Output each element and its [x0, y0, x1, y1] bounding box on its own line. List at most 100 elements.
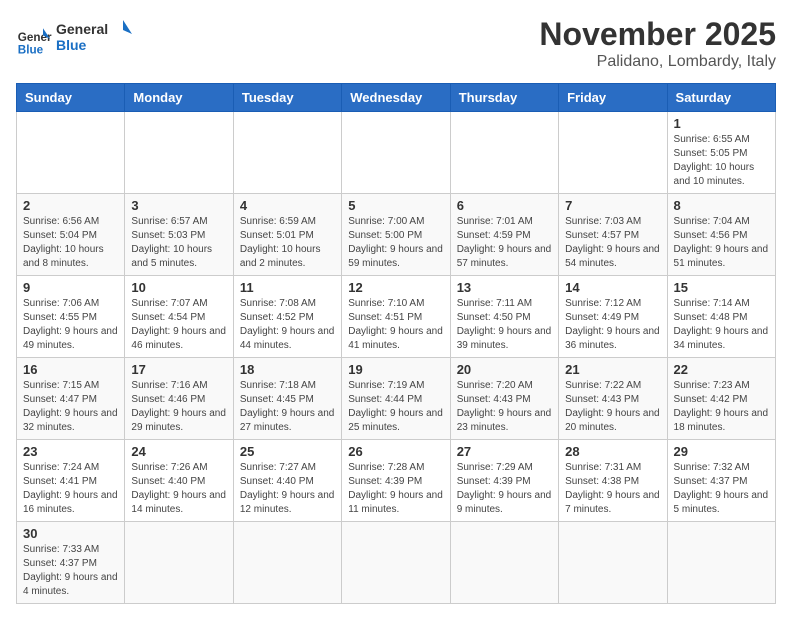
calendar-cell [342, 112, 450, 194]
day-number: 19 [348, 362, 443, 377]
calendar-cell: 20Sunrise: 7:20 AMSunset: 4:43 PMDayligh… [450, 358, 558, 440]
day-number: 26 [348, 444, 443, 459]
day-number: 14 [565, 280, 660, 295]
day-number: 15 [674, 280, 769, 295]
calendar-week-3: 9Sunrise: 7:06 AMSunset: 4:55 PMDaylight… [17, 276, 776, 358]
day-info: Sunrise: 6:57 AMSunset: 5:03 PMDaylight:… [131, 215, 226, 271]
calendar-cell [17, 112, 125, 194]
logo-icon: General Blue [16, 21, 52, 57]
day-number: 4 [240, 198, 335, 213]
day-info: Sunrise: 7:00 AMSunset: 5:00 PMDaylight:… [348, 215, 443, 271]
col-header-friday: Friday [559, 84, 667, 112]
calendar-cell: 10 Sunrise: 7:07 AMSunset: 4:54 PMDayligh… [125, 276, 233, 358]
calendar-cell: 9Sunrise: 7:06 AMSunset: 4:55 PMDaylight… [17, 276, 125, 358]
calendar: SundayMondayTuesdayWednesdayThursdayFrid… [16, 83, 776, 604]
day-info: Sunrise: 7:32 AMSunset: 4:37 PMDaylight:… [674, 461, 769, 517]
logo: General Blue General Blue [16, 16, 136, 62]
day-number: 3 [131, 198, 226, 213]
day-number: 8 [674, 198, 769, 213]
day-info: Sunrise: 7:28 AMSunset: 4:39 PMDaylight:… [348, 461, 443, 517]
day-number: 5 [348, 198, 443, 213]
calendar-cell: 24 Sunrise: 7:26 AMSunset: 4:40 PMDayligh… [125, 440, 233, 522]
calendar-cell: 26 Sunrise: 7:28 AMSunset: 4:39 PMDayligh… [342, 440, 450, 522]
calendar-cell: 22Sunrise: 7:23 AMSunset: 4:42 PMDayligh… [667, 358, 775, 440]
day-info: Sunrise: 7:01 AMSunset: 4:59 PMDaylight:… [457, 215, 552, 271]
calendar-cell: 14Sunrise: 7:12 AMSunset: 4:49 PMDayligh… [559, 276, 667, 358]
calendar-cell: 27 Sunrise: 7:29 AMSunset: 4:39 PMDayligh… [450, 440, 558, 522]
day-number: 21 [565, 362, 660, 377]
day-info: Sunrise: 7:04 AMSunset: 4:56 PMDaylight:… [674, 215, 769, 271]
col-header-tuesday: Tuesday [233, 84, 341, 112]
day-info: Sunrise: 7:29 AMSunset: 4:39 PMDaylight:… [457, 461, 552, 517]
calendar-cell [450, 112, 558, 194]
calendar-week-4: 16 Sunrise: 7:15 AMSunset: 4:47 PMDayligh… [17, 358, 776, 440]
calendar-cell: 28Sunrise: 7:31 AMSunset: 4:38 PMDayligh… [559, 440, 667, 522]
day-info: Sunrise: 7:07 AMSunset: 4:54 PMDaylight:… [131, 297, 226, 353]
calendar-week-2: 2 Sunrise: 6:56 AMSunset: 5:04 PMDaylight… [17, 194, 776, 276]
col-header-thursday: Thursday [450, 84, 558, 112]
day-number: 1 [674, 116, 769, 131]
day-number: 16 [23, 362, 118, 377]
calendar-cell: 8 Sunrise: 7:04 AMSunset: 4:56 PMDaylight… [667, 194, 775, 276]
calendar-cell: 5 Sunrise: 7:00 AMSunset: 5:00 PMDaylight… [342, 194, 450, 276]
day-info: Sunrise: 7:03 AMSunset: 4:57 PMDaylight:… [565, 215, 660, 271]
calendar-cell: 16 Sunrise: 7:15 AMSunset: 4:47 PMDayligh… [17, 358, 125, 440]
calendar-cell: 2 Sunrise: 6:56 AMSunset: 5:04 PMDaylight… [17, 194, 125, 276]
day-number: 20 [457, 362, 552, 377]
calendar-cell [233, 522, 341, 604]
calendar-cell: 1 Sunrise: 6:55 AMSunset: 5:05 PMDaylight… [667, 112, 775, 194]
calendar-cell [667, 522, 775, 604]
day-number: 29 [674, 444, 769, 459]
col-header-wednesday: Wednesday [342, 84, 450, 112]
title-area: November 2025 Palidano, Lombardy, Italy [539, 16, 776, 71]
day-info: Sunrise: 7:08 AMSunset: 4:52 PMDaylight:… [240, 297, 335, 353]
day-info: Sunrise: 7:14 AMSunset: 4:48 PMDaylight:… [674, 297, 769, 353]
calendar-cell: 7 Sunrise: 7:03 AMSunset: 4:57 PMDaylight… [559, 194, 667, 276]
svg-text:Blue: Blue [56, 37, 87, 53]
day-info: Sunrise: 7:26 AMSunset: 4:40 PMDaylight:… [131, 461, 226, 517]
day-info: Sunrise: 7:15 AMSunset: 4:47 PMDaylight:… [23, 379, 118, 435]
day-number: 27 [457, 444, 552, 459]
calendar-cell: 3 Sunrise: 6:57 AMSunset: 5:03 PMDaylight… [125, 194, 233, 276]
day-info: Sunrise: 6:56 AMSunset: 5:04 PMDaylight:… [23, 215, 118, 271]
calendar-cell: 4 Sunrise: 6:59 AMSunset: 5:01 PMDaylight… [233, 194, 341, 276]
calendar-cell: 23 Sunrise: 7:24 AMSunset: 4:41 PMDayligh… [17, 440, 125, 522]
day-info: Sunrise: 7:22 AMSunset: 4:43 PMDaylight:… [565, 379, 660, 435]
col-header-sunday: Sunday [17, 84, 125, 112]
day-number: 9 [23, 280, 118, 295]
calendar-week-6: 30 Sunrise: 7:33 AMSunset: 4:37 PMDayligh… [17, 522, 776, 604]
day-info: Sunrise: 6:59 AMSunset: 5:01 PMDaylight:… [240, 215, 335, 271]
day-number: 22 [674, 362, 769, 377]
day-number: 24 [131, 444, 226, 459]
day-number: 12 [348, 280, 443, 295]
day-number: 30 [23, 526, 118, 541]
day-number: 28 [565, 444, 660, 459]
svg-text:Blue: Blue [18, 43, 44, 56]
calendar-cell: 21 Sunrise: 7:22 AMSunset: 4:43 PMDayligh… [559, 358, 667, 440]
calendar-cell [342, 522, 450, 604]
day-info: Sunrise: 7:33 AMSunset: 4:37 PMDaylight:… [23, 543, 118, 599]
day-number: 6 [457, 198, 552, 213]
day-number: 18 [240, 362, 335, 377]
day-number: 10 [131, 280, 226, 295]
day-info: Sunrise: 7:24 AMSunset: 4:41 PMDaylight:… [23, 461, 118, 517]
day-number: 11 [240, 280, 335, 295]
calendar-cell: 29 Sunrise: 7:32 AMSunset: 4:37 PMDayligh… [667, 440, 775, 522]
day-number: 7 [565, 198, 660, 213]
col-header-monday: Monday [125, 84, 233, 112]
day-info: Sunrise: 6:55 AMSunset: 5:05 PMDaylight:… [674, 133, 769, 189]
day-number: 2 [23, 198, 118, 213]
day-info: Sunrise: 7:19 AMSunset: 4:44 PMDaylight:… [348, 379, 443, 435]
calendar-cell: 17Sunrise: 7:16 AMSunset: 4:46 PMDayligh… [125, 358, 233, 440]
header: General Blue General Blue November 2025 … [16, 16, 776, 71]
calendar-cell: 18Sunrise: 7:18 AMSunset: 4:45 PMDayligh… [233, 358, 341, 440]
calendar-cell: 25Sunrise: 7:27 AMSunset: 4:40 PMDayligh… [233, 440, 341, 522]
calendar-cell: 19 Sunrise: 7:19 AMSunset: 4:44 PMDayligh… [342, 358, 450, 440]
calendar-cell [233, 112, 341, 194]
calendar-cell [450, 522, 558, 604]
day-number: 23 [23, 444, 118, 459]
day-info: Sunrise: 7:11 AMSunset: 4:50 PMDaylight:… [457, 297, 552, 353]
day-number: 17 [131, 362, 226, 377]
day-info: Sunrise: 7:10 AMSunset: 4:51 PMDaylight:… [348, 297, 443, 353]
month-title: November 2025 [539, 16, 776, 53]
